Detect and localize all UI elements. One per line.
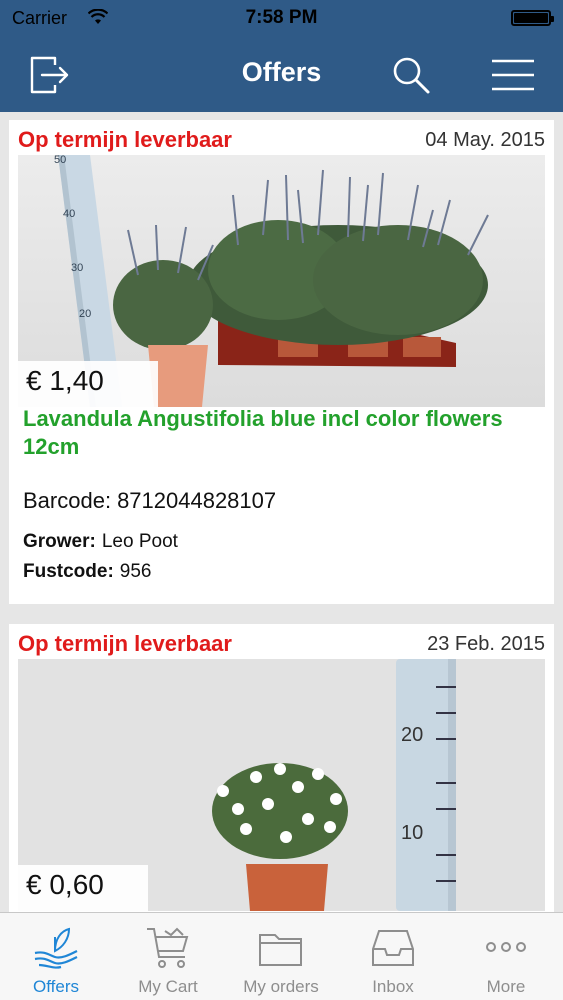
svg-text:20: 20 bbox=[401, 724, 423, 746]
folder-icon bbox=[225, 925, 337, 973]
tab-bar: Offers My Cart My orders Inbox More bbox=[0, 912, 563, 1000]
tab-offers[interactable]: Offers bbox=[0, 913, 112, 1000]
barcode-value: 8712044828107 bbox=[117, 488, 277, 513]
svg-text:20: 20 bbox=[79, 308, 91, 320]
offer-status: Op termijn leverbaar bbox=[18, 631, 232, 656]
tab-label: My orders bbox=[243, 977, 319, 996]
offer-grower: Grower: Leo Poot bbox=[23, 531, 178, 552]
tab-label: Offers bbox=[33, 977, 79, 996]
offer-price: € 1,40 bbox=[18, 361, 158, 407]
offer-photo[interactable]: 50 40 30 20 € 1,40 bbox=[18, 155, 545, 407]
offer-card[interactable]: Op termijn leverbaar 04 May. 2015 50 40 … bbox=[9, 120, 554, 604]
search-button[interactable] bbox=[388, 52, 434, 98]
tab-label: Inbox bbox=[372, 977, 414, 996]
page-title: Offers bbox=[241, 57, 322, 87]
offer-product-name[interactable]: Lavandula Angustifolia blue incl color f… bbox=[23, 405, 543, 461]
offer-price: € 0,60 bbox=[18, 865, 148, 911]
search-icon bbox=[393, 57, 430, 94]
inbox-tray-icon bbox=[337, 925, 449, 973]
measuring-ruler: 20 10 bbox=[396, 659, 456, 911]
tab-my-orders[interactable]: My orders bbox=[225, 913, 337, 1000]
cart-icon bbox=[112, 925, 224, 973]
svg-text:50: 50 bbox=[54, 155, 66, 166]
tab-my-cart[interactable]: My Cart bbox=[112, 913, 224, 1000]
status-time: 7:58 PM bbox=[245, 7, 318, 28]
svg-text:30: 30 bbox=[71, 262, 83, 274]
tab-label: More bbox=[486, 977, 526, 996]
offer-status: Op termijn leverbaar bbox=[18, 127, 232, 152]
offer-photo[interactable]: 20 10 € 0,60 bbox=[18, 659, 545, 911]
battery-icon bbox=[511, 10, 554, 26]
tab-inbox[interactable]: Inbox bbox=[337, 913, 449, 1000]
offer-date: 04 May. 2015 bbox=[425, 129, 545, 151]
tab-label: My Cart bbox=[138, 977, 198, 996]
menu-button[interactable] bbox=[490, 52, 536, 98]
hamburger-menu-icon bbox=[492, 59, 534, 91]
tab-more[interactable]: More bbox=[450, 913, 562, 1000]
grower-value: Leo Poot bbox=[101, 531, 178, 552]
offer-barcode: Barcode: 8712044828107 bbox=[23, 488, 277, 513]
fustcode-value: 956 bbox=[119, 561, 152, 582]
more-dots-icon bbox=[450, 925, 562, 973]
app-header: Carrier 7:58 PM Offers bbox=[0, 0, 563, 112]
plant-hand-icon bbox=[0, 925, 112, 973]
offers-list[interactable]: Op termijn leverbaar 04 May. 2015 50 40 … bbox=[0, 112, 563, 912]
svg-text:10: 10 bbox=[401, 822, 423, 844]
offer-fustcode: Fustcode: 956 bbox=[23, 561, 152, 582]
offer-card[interactable]: Op termijn leverbaar 23 Feb. 2015 20 10 bbox=[9, 624, 554, 912]
svg-text:40: 40 bbox=[63, 208, 75, 220]
status-bar: Carrier 7:58 PM bbox=[0, 0, 563, 36]
offer-date: 23 Feb. 2015 bbox=[427, 633, 545, 655]
